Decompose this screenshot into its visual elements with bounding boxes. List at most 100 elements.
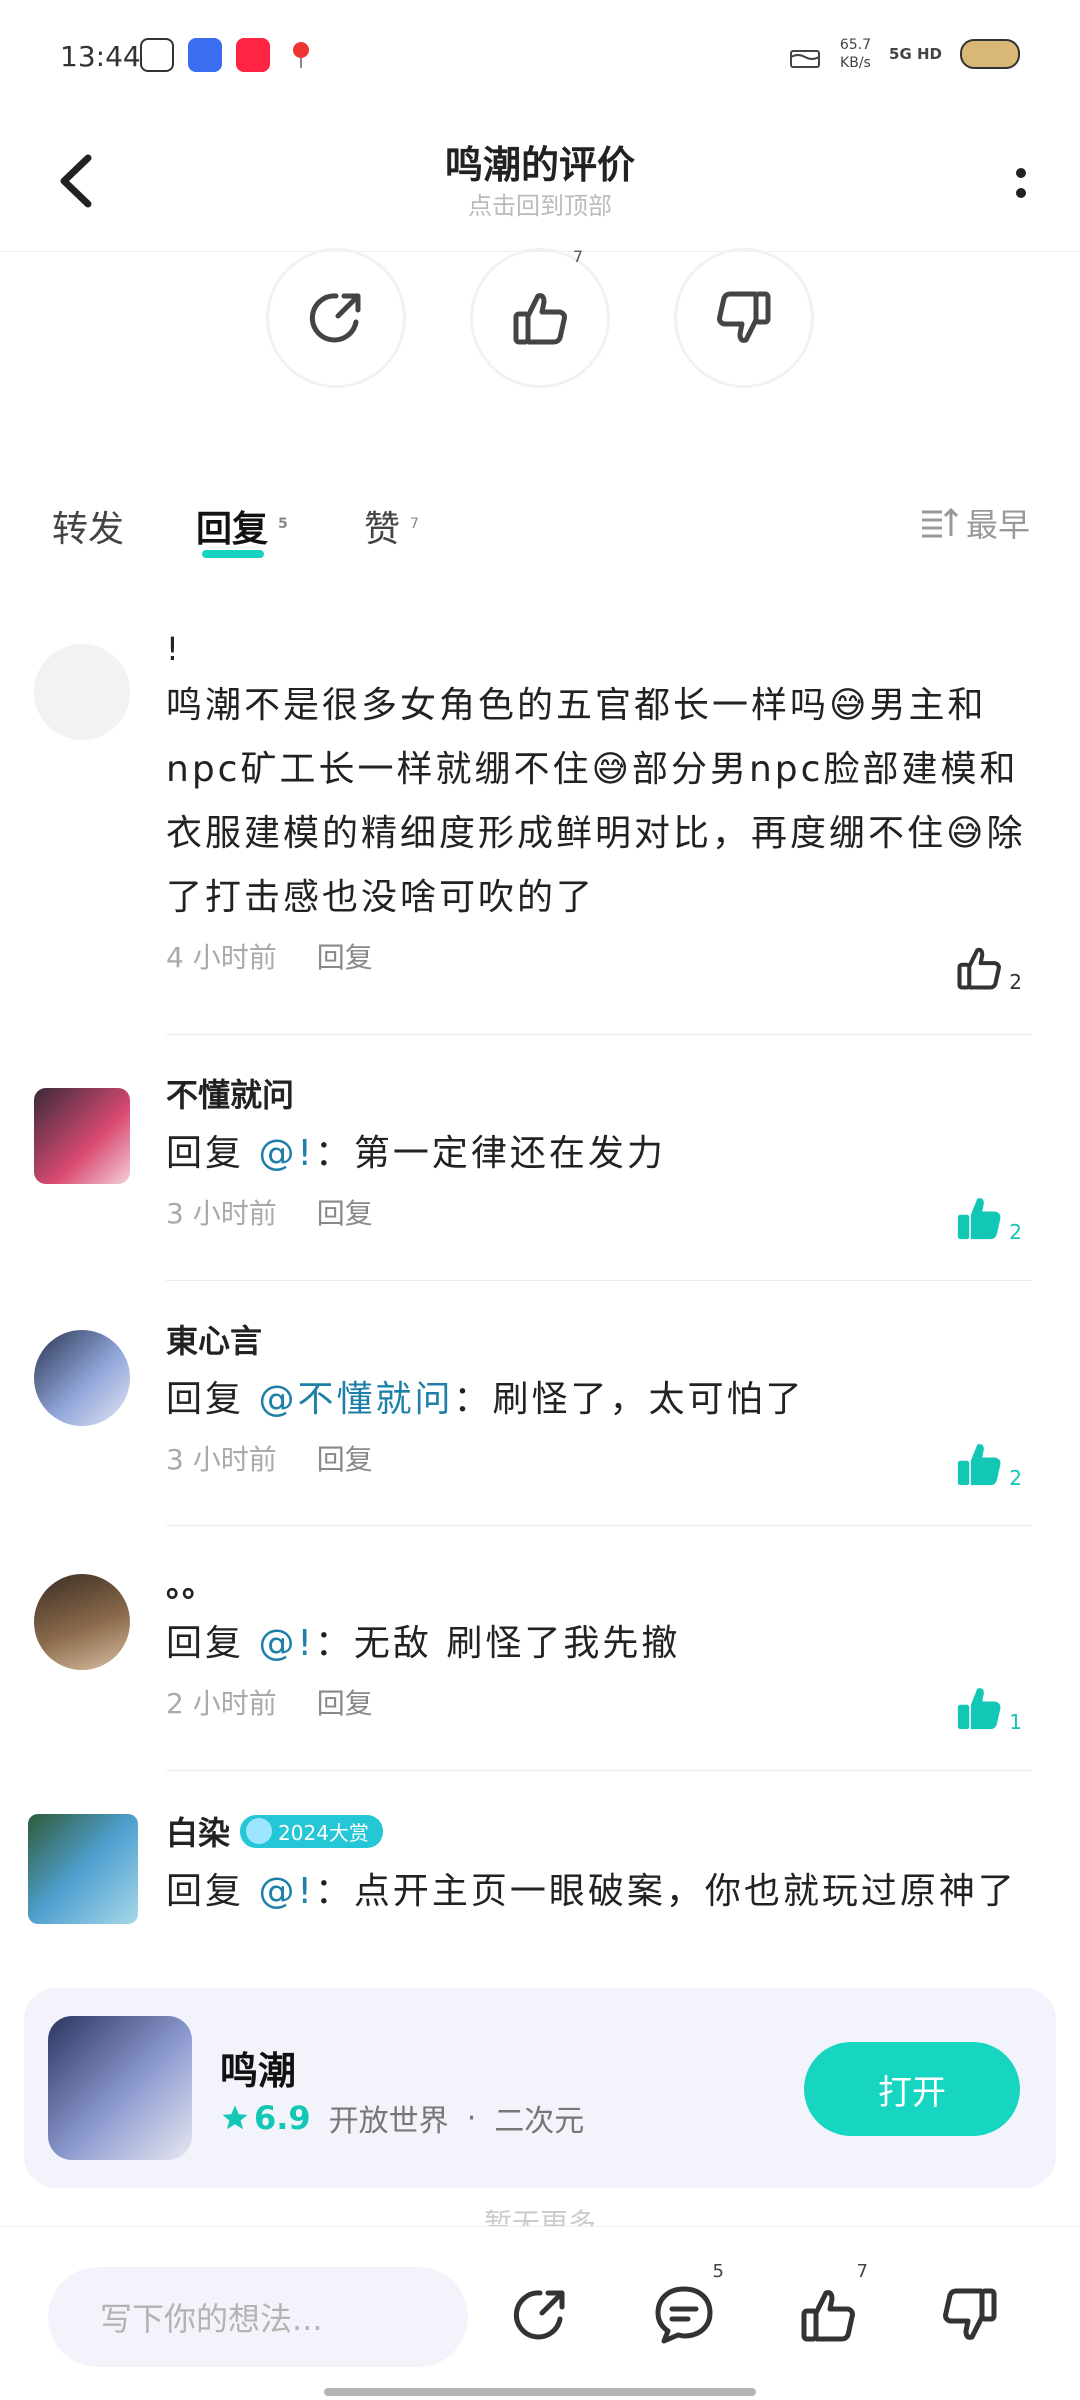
like-count: 2 xyxy=(1009,970,1022,994)
divider xyxy=(166,1770,1032,1771)
comment-like-button[interactable]: 2 xyxy=(953,942,1022,994)
award-badge[interactable]: 2024大赏 xyxy=(240,1814,383,1848)
active-tab-indicator xyxy=(202,550,264,558)
reply-button[interactable]: 回复 xyxy=(317,1687,373,1720)
comment-text: 鸣潮不是很多女角色的五官都长一样吗😅男主和npc矿工长一样就绷不住😅部分男npc… xyxy=(166,685,1026,918)
battery-icon xyxy=(960,39,1020,69)
more-button[interactable] xyxy=(1006,160,1036,206)
game-card[interactable]: 鸣潮 6.9 开放世界 · 二次元 打开 xyxy=(24,1988,1056,2188)
dislike-button[interactable] xyxy=(930,2275,1010,2355)
divider xyxy=(166,1034,1032,1035)
thumbs-up-filled-icon xyxy=(958,1444,1001,1486)
dot xyxy=(1016,168,1026,178)
tv-app-icon xyxy=(140,38,174,72)
mention-link[interactable]: @! xyxy=(258,1133,314,1174)
like-count: 7 xyxy=(856,2261,868,2282)
game-genre: 开放世界 xyxy=(328,2104,449,2139)
speed-unit: KB/s xyxy=(840,55,871,71)
comment-time: 3 小时前 xyxy=(166,1197,277,1230)
chat-bubble-icon xyxy=(655,2286,713,2344)
tab-label: 赞 xyxy=(364,509,401,550)
tab-likes[interactable]: 赞7 xyxy=(364,500,419,552)
status-bar: 13:44 65.7 KB/s 5G HD xyxy=(0,0,1080,110)
avatar[interactable] xyxy=(34,1574,130,1670)
comment-count: 5 xyxy=(712,2261,724,2282)
avatar[interactable] xyxy=(34,1330,130,1426)
username[interactable]: ! xyxy=(166,630,1032,668)
like-count: 7 xyxy=(572,247,583,266)
thumbs-down-icon xyxy=(717,291,771,343)
avatar[interactable] xyxy=(28,1814,138,1924)
tab-label: 转发 xyxy=(52,509,125,550)
comment-meta: 2 小时前 回复 xyxy=(166,1682,1032,1722)
sort-button[interactable]: 最早 xyxy=(920,500,1030,546)
share-icon xyxy=(309,293,361,343)
thumbs-up-filled-icon xyxy=(958,1198,1001,1240)
username[interactable]: 東心言 xyxy=(166,1316,1032,1362)
reply-prefix: 回复 xyxy=(166,1623,259,1664)
thumbs-up-filled-icon xyxy=(958,1688,1001,1730)
reply-prefix: 回复 xyxy=(166,1379,259,1420)
network-speed: 65.7 KB/s xyxy=(840,36,871,72)
like-count: 2 xyxy=(1009,1466,1022,1490)
notification-icons xyxy=(140,38,318,72)
comment-text: 回复 @!：无敌 刷怪了我先撤 xyxy=(166,1612,1032,1676)
game-icon xyxy=(48,2016,192,2160)
comment-text: 回复 @不懂就问：刷怪了，太可怕了 xyxy=(166,1368,1032,1432)
game-name: 鸣潮 xyxy=(220,2049,297,2093)
divider xyxy=(166,1280,1032,1281)
comment-input[interactable]: 写下你的想法... xyxy=(48,2267,468,2367)
comment-time: 2 小时前 xyxy=(166,1687,277,1720)
divider xyxy=(166,1525,1032,1526)
home-indicator[interactable] xyxy=(324,2388,756,2396)
tab-count: 7 xyxy=(410,516,419,532)
username[interactable]: 不懂就问 xyxy=(166,1070,1032,1116)
status-right: 65.7 KB/s 5G HD xyxy=(788,36,1020,72)
mention-link[interactable]: @! xyxy=(258,1623,314,1664)
open-game-button[interactable]: 打开 xyxy=(804,2042,1020,2136)
reply-prefix: 回复 xyxy=(166,1133,259,1174)
mention-link[interactable]: @! xyxy=(258,1871,314,1912)
dot xyxy=(1016,188,1026,198)
thumbs-up-icon xyxy=(513,293,567,345)
comment-text: 回复 @!：第一定律还在发力 xyxy=(166,1122,1032,1186)
dislike-button[interactable] xyxy=(674,248,814,388)
comment-button[interactable]: 5 xyxy=(644,2261,724,2355)
badge-label: 2024大赏 xyxy=(278,1820,369,1845)
comment-like-button[interactable]: 2 xyxy=(953,1192,1022,1244)
scroll-top-hint[interactable]: 点击回到顶部 xyxy=(0,186,1080,221)
comment-like-button[interactable]: 2 xyxy=(953,1438,1022,1490)
like-button[interactable]: 7 xyxy=(470,247,610,388)
avatar[interactable] xyxy=(34,644,130,740)
tab-repost[interactable]: 转发 xyxy=(52,500,124,552)
review-actions: 7 xyxy=(0,247,1080,398)
video-app-icon xyxy=(188,38,222,72)
username[interactable]: 白染 xyxy=(166,1808,230,1854)
star-icon xyxy=(222,2105,248,2130)
reply-text: ：第一定律还在发力 xyxy=(314,1133,666,1174)
mention-link[interactable]: @不懂就问 xyxy=(258,1379,453,1420)
tab-replies[interactable]: 回复 5 xyxy=(196,500,288,558)
share-button[interactable] xyxy=(266,248,406,388)
thumbs-up-icon xyxy=(957,947,1002,990)
separator: · xyxy=(466,2100,477,2136)
game-rating: 6.9 xyxy=(220,2099,311,2137)
map-app-icon xyxy=(284,38,318,72)
xiaohongshu-app-icon xyxy=(236,38,270,72)
comment-like-button[interactable]: 1 xyxy=(953,1682,1022,1734)
avatar[interactable] xyxy=(34,1088,130,1184)
page-title[interactable]: 鸣潮的评价 xyxy=(0,134,1080,189)
comment-meta: 3 小时前 回复 xyxy=(166,1438,1032,1478)
header: 鸣潮的评价 点击回到顶部 xyxy=(0,110,1080,252)
reply-button[interactable]: 回复 xyxy=(317,941,373,974)
reply-button[interactable]: 回复 xyxy=(317,1197,373,1230)
comment-time: 3 小时前 xyxy=(166,1443,277,1476)
status-time: 13:44 xyxy=(60,40,141,73)
badge-icon xyxy=(246,1818,273,1844)
share-button[interactable] xyxy=(500,2275,580,2355)
like-button[interactable]: 7 xyxy=(788,2261,868,2355)
rating-value: 6.9 xyxy=(254,2099,311,2137)
reply-button[interactable]: 回复 xyxy=(317,1443,373,1476)
like-count: 1 xyxy=(1009,1710,1022,1734)
username[interactable]: 。。 xyxy=(166,1560,1032,1606)
